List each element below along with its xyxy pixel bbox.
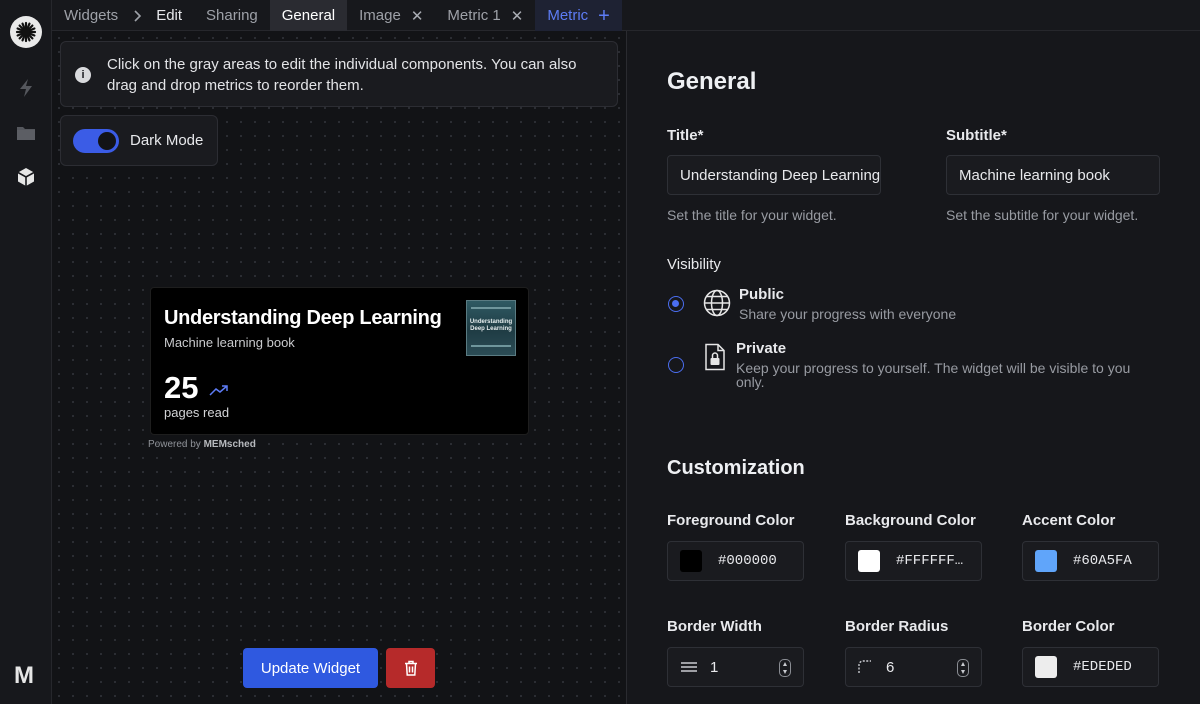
border-radius-value: 6	[886, 658, 895, 676]
cover-line	[471, 307, 511, 309]
subtitle-input[interactable]: Machine learning book	[946, 155, 1160, 195]
globe-icon	[703, 289, 731, 317]
tab-label: Sharing	[206, 7, 258, 24]
border-color-value: #EDEDED	[1073, 659, 1132, 675]
powered-by-brand: MEMsched	[203, 439, 256, 450]
tab-label: General	[281, 7, 336, 24]
folder-icon[interactable]	[16, 122, 36, 142]
info-icon: i	[75, 67, 91, 83]
background-label: Background Color	[845, 512, 976, 529]
tab-sharing[interactable]: Sharing	[194, 0, 270, 31]
stepper-icon[interactable]	[957, 659, 969, 677]
public-title: Public	[739, 286, 785, 303]
plus-icon[interactable]: +	[598, 6, 610, 26]
breadcrumb-edit[interactable]: Edit	[144, 0, 194, 31]
border-width-value: 1	[710, 658, 719, 676]
widget-subtitle[interactable]: Machine learning book	[164, 335, 295, 350]
lightning-icon[interactable]	[16, 78, 36, 98]
cover-title: Understanding Deep Learning	[469, 319, 513, 332]
border-radius-label: Border Radius	[845, 618, 949, 635]
tab-metric-add[interactable]: Metric +	[535, 0, 622, 31]
lines-icon	[681, 662, 697, 672]
widget-title[interactable]: Understanding Deep Learning	[164, 307, 442, 330]
chevron-right-icon	[130, 0, 144, 31]
border-radius-input[interactable]: 6	[845, 647, 982, 687]
title-label: Title*	[667, 127, 704, 144]
background-color-input[interactable]: #FFFFFF…	[845, 541, 982, 581]
corner-radius-icon	[858, 660, 871, 673]
private-radio[interactable]	[668, 357, 684, 373]
subtitle-hint: Set the subtitle for your widget.	[946, 207, 1139, 223]
foreground-color-input[interactable]: #000000	[667, 541, 804, 581]
border-color-swatch[interactable]	[1035, 656, 1057, 678]
tab-image[interactable]: Image ✕	[347, 0, 435, 31]
foreground-label: Foreground Color	[667, 512, 795, 529]
powered-by: Powered by MEMsched	[148, 439, 256, 450]
stepper-icon[interactable]	[779, 659, 791, 677]
dark-mode-label: Dark Mode	[130, 132, 204, 149]
subtitle-label: Subtitle*	[946, 127, 1007, 144]
breadcrumb-widgets[interactable]: Widgets	[52, 0, 130, 31]
background-value: #FFFFFF…	[896, 553, 964, 569]
trend-up-icon	[209, 385, 228, 396]
metric-value[interactable]: 25	[164, 370, 198, 406]
update-widget-button[interactable]: Update Widget	[243, 648, 378, 688]
powered-by-text: Powered by	[148, 439, 201, 450]
border-width-label: Border Width	[667, 618, 762, 635]
burst-logo-icon[interactable]	[10, 16, 42, 48]
accent-color-input[interactable]: #60A5FA	[1022, 541, 1159, 581]
border-color-input[interactable]: #EDEDED	[1022, 647, 1159, 687]
dark-mode-toggle[interactable]: Dark Mode	[60, 115, 218, 166]
public-desc: Share your progress with everyone	[739, 306, 957, 322]
public-radio[interactable]	[668, 296, 684, 312]
close-icon[interactable]: ✕	[511, 7, 524, 25]
tab-bar: Widgets Edit Sharing General Image ✕ Metr…	[52, 0, 1200, 31]
foreground-swatch[interactable]	[680, 550, 702, 572]
title-hint: Set the title for your widget.	[667, 207, 837, 223]
lock-document-icon	[705, 343, 725, 371]
private-desc: Keep your progress to yourself. The widg…	[736, 360, 1131, 390]
delete-button[interactable]	[386, 648, 435, 688]
visibility-label: Visibility	[667, 256, 721, 273]
trash-icon	[404, 660, 417, 676]
title-input[interactable]: Understanding Deep Learning	[667, 155, 881, 195]
tab-label: Metric 1	[447, 7, 501, 24]
private-title: Private	[736, 340, 787, 357]
customization-heading: Customization	[667, 457, 805, 479]
general-heading: General	[667, 68, 757, 95]
tab-metric-1[interactable]: Metric 1 ✕	[435, 0, 535, 31]
background-swatch[interactable]	[858, 550, 880, 572]
info-notice: i Click on the gray areas to edit the in…	[60, 41, 618, 107]
switch-knob	[98, 131, 116, 150]
border-color-label: Border Color	[1022, 618, 1115, 635]
notice-text: Click on the gray areas to edit the indi…	[107, 56, 577, 94]
metric-unit[interactable]: pages read	[164, 405, 229, 420]
accent-value: #60A5FA	[1073, 553, 1132, 569]
cube-icon[interactable]	[16, 167, 36, 187]
settings-panel: General Title* Understanding Deep Learni…	[628, 31, 1200, 704]
dark-mode-switch[interactable]	[73, 128, 119, 153]
accent-label: Accent Color	[1022, 512, 1116, 529]
book-cover-image[interactable]: Understanding Deep Learning	[466, 300, 516, 356]
tab-label: Metric	[547, 7, 589, 24]
m-brand-icon[interactable]: M	[14, 662, 34, 690]
left-rail: M	[0, 0, 52, 704]
accent-swatch[interactable]	[1035, 550, 1057, 572]
close-icon[interactable]: ✕	[411, 7, 424, 25]
cover-line	[471, 345, 511, 347]
foreground-value: #000000	[718, 553, 777, 569]
tab-general[interactable]: General	[269, 0, 348, 31]
tab-label: Image	[359, 7, 401, 24]
widget-canvas[interactable]: i Click on the gray areas to edit the in…	[52, 31, 627, 704]
widget-preview[interactable]: Understanding Deep Learning Machine lear…	[150, 287, 529, 435]
border-width-input[interactable]: 1	[667, 647, 804, 687]
